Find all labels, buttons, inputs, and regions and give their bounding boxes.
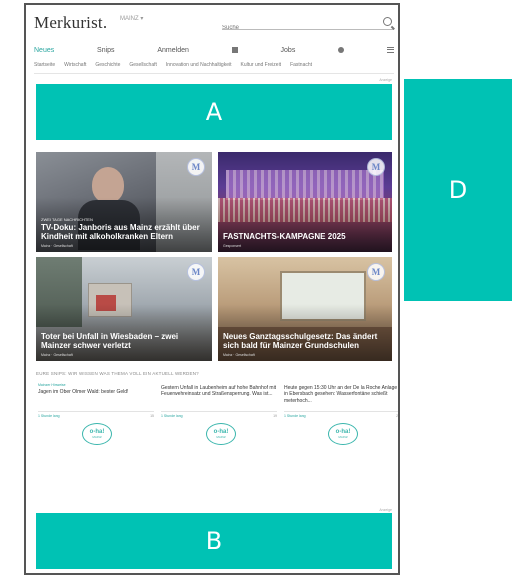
snip-footer: 1 Stunde lang 27 bbox=[284, 411, 400, 419]
snip-footer: 1 Stunde lang 19 bbox=[161, 411, 277, 419]
tile-meta: Mainz · Gesellschaft bbox=[41, 353, 73, 357]
snip-text[interactable]: Jagen im Ober Olmer Wald: bester Geld! bbox=[38, 389, 154, 395]
ad-slot-d[interactable]: D bbox=[404, 79, 512, 301]
snip-card[interactable]: Gestern Unfall in Laubenheim auf hohe Ba… bbox=[161, 383, 277, 419]
calendar-icon[interactable] bbox=[231, 47, 238, 53]
snip-text[interactable]: Gestern Unfall in Laubenheim auf hohe Ba… bbox=[161, 385, 277, 398]
search-icon[interactable] bbox=[383, 17, 392, 26]
category-gesellschaft[interactable]: Gesellschaft bbox=[129, 62, 157, 73]
nav-neues[interactable]: Neues bbox=[34, 47, 54, 54]
snip-text[interactable]: Heute gegen 15:30 Uhr an der De la Roche… bbox=[284, 385, 398, 404]
snip-comment-count: 15 bbox=[150, 413, 154, 418]
main-nav: Neues Snips Anmelden Jobs bbox=[34, 43, 394, 57]
category-nav: Startseite Wirtschaft Geschichte Gesells… bbox=[34, 62, 394, 74]
tile-text: ZWEI TAGE NACHRICHTEN TV-Doku: Janboris … bbox=[41, 217, 206, 248]
category-kultur[interactable]: Kultur und Freizeit bbox=[241, 62, 282, 73]
category-geschichte[interactable]: Geschichte bbox=[95, 62, 120, 73]
site-header: Merkurist. MAINZ ▾ bbox=[34, 11, 394, 37]
article-tile-2[interactable]: M FASTNACHTS-KAMPAGNE 2025 Gesponsert bbox=[218, 152, 392, 252]
tile-headline[interactable]: Toter bei Unfall in Wiesbaden – zwei Mai… bbox=[41, 332, 206, 351]
category-fastnacht[interactable]: Fastnacht bbox=[290, 62, 312, 73]
ad-slot-a[interactable]: A bbox=[36, 84, 392, 140]
merkurist-badge-icon: M bbox=[367, 263, 385, 281]
tile-headline[interactable]: FASTNACHTS-KAMPAGNE 2025 bbox=[223, 232, 386, 242]
merkurist-badge-icon: M bbox=[367, 158, 385, 176]
tile-kicker: ZWEI TAGE NACHRICHTEN bbox=[41, 216, 93, 222]
tile-image-lights bbox=[226, 170, 384, 200]
category-startseite[interactable]: Startseite bbox=[34, 62, 55, 73]
tile-text: FASTNACHTS-KAMPAGNE 2025 Gesponsert bbox=[223, 232, 386, 248]
snip-source: Mainzer Hinweise bbox=[38, 383, 66, 387]
ohu-reaction-button[interactable]: o-ha! MAINZ bbox=[82, 423, 112, 445]
nav-jobs[interactable]: Jobs bbox=[281, 47, 296, 54]
nav-anmelden[interactable]: Anmelden bbox=[157, 47, 189, 54]
snips-section-title: EURE SNIPS: WIR WISSEN WAS THEMA VOLL EI… bbox=[36, 371, 199, 376]
city-selector[interactable]: MAINZ ▾ bbox=[120, 15, 143, 22]
article-tile-1[interactable]: M ZWEI TAGE NACHRICHTEN TV-Doku: Janbori… bbox=[36, 152, 212, 252]
tile-meta: Gesponsert bbox=[223, 244, 242, 248]
menu-icon[interactable] bbox=[386, 47, 394, 53]
category-innovation[interactable]: Innovation und Nachhaltigkeit bbox=[166, 62, 232, 73]
ad-label-bottom: Anzeige bbox=[379, 508, 392, 512]
snip-link[interactable]: 1 Stunde lang bbox=[38, 414, 60, 418]
snip-comment-count: 27 bbox=[396, 413, 400, 418]
ohu-reaction-button[interactable]: o-ha! MAINZ bbox=[206, 423, 236, 445]
snip-comment-count: 19 bbox=[273, 413, 277, 418]
article-tile-3[interactable]: M Toter bei Unfall in Wiesbaden – zwei M… bbox=[36, 257, 212, 361]
settings-icon[interactable] bbox=[338, 47, 345, 53]
tile-text: Neues Ganztagsschulgesetz: Das ändert si… bbox=[223, 332, 386, 357]
tile-meta: Mainz · Gesellschaft bbox=[223, 353, 255, 357]
tile-headline[interactable]: Neues Ganztagsschulgesetz: Das ändert si… bbox=[223, 332, 386, 351]
ad-label-top: Anzeige bbox=[379, 78, 392, 82]
ohu-sub: MAINZ bbox=[92, 435, 102, 439]
merkurist-badge-icon: M bbox=[187, 263, 205, 281]
category-wirtschaft[interactable]: Wirtschaft bbox=[64, 62, 86, 73]
ohu-reaction-button[interactable]: o-ha! MAINZ bbox=[328, 423, 358, 445]
search-input[interactable] bbox=[222, 21, 372, 35]
tile-headline[interactable]: TV-Doku: Janboris aus Mainz erzählt über… bbox=[41, 223, 206, 242]
snip-link[interactable]: 1 Stunde lang bbox=[161, 414, 183, 418]
snip-card[interactable]: Heute gegen 15:30 Uhr an der De la Roche… bbox=[284, 383, 400, 419]
merkurist-badge-icon: M bbox=[187, 158, 205, 176]
search-box[interactable] bbox=[222, 16, 394, 35]
ohu-sub: MAINZ bbox=[216, 435, 226, 439]
tile-meta: Mainz · Gesellschaft bbox=[41, 244, 73, 248]
article-tile-4[interactable]: M Neues Ganztagsschulgesetz: Das ändert … bbox=[218, 257, 392, 361]
site-logo[interactable]: Merkurist. bbox=[34, 13, 107, 33]
snip-card[interactable]: Mainzer Hinweise Jagen im Ober Olmer Wal… bbox=[38, 383, 154, 419]
browser-frame: Merkurist. MAINZ ▾ Neues Snips Anmelden … bbox=[24, 3, 400, 575]
tile-text: Toter bei Unfall in Wiesbaden – zwei Mai… bbox=[41, 332, 206, 357]
nav-snips[interactable]: Snips bbox=[97, 47, 115, 54]
ohu-sub: MAINZ bbox=[338, 435, 348, 439]
ad-slot-b[interactable]: B bbox=[36, 513, 392, 569]
snip-link[interactable]: 1 Stunde lang bbox=[284, 414, 306, 418]
snip-footer: 1 Stunde lang 15 bbox=[38, 411, 154, 419]
